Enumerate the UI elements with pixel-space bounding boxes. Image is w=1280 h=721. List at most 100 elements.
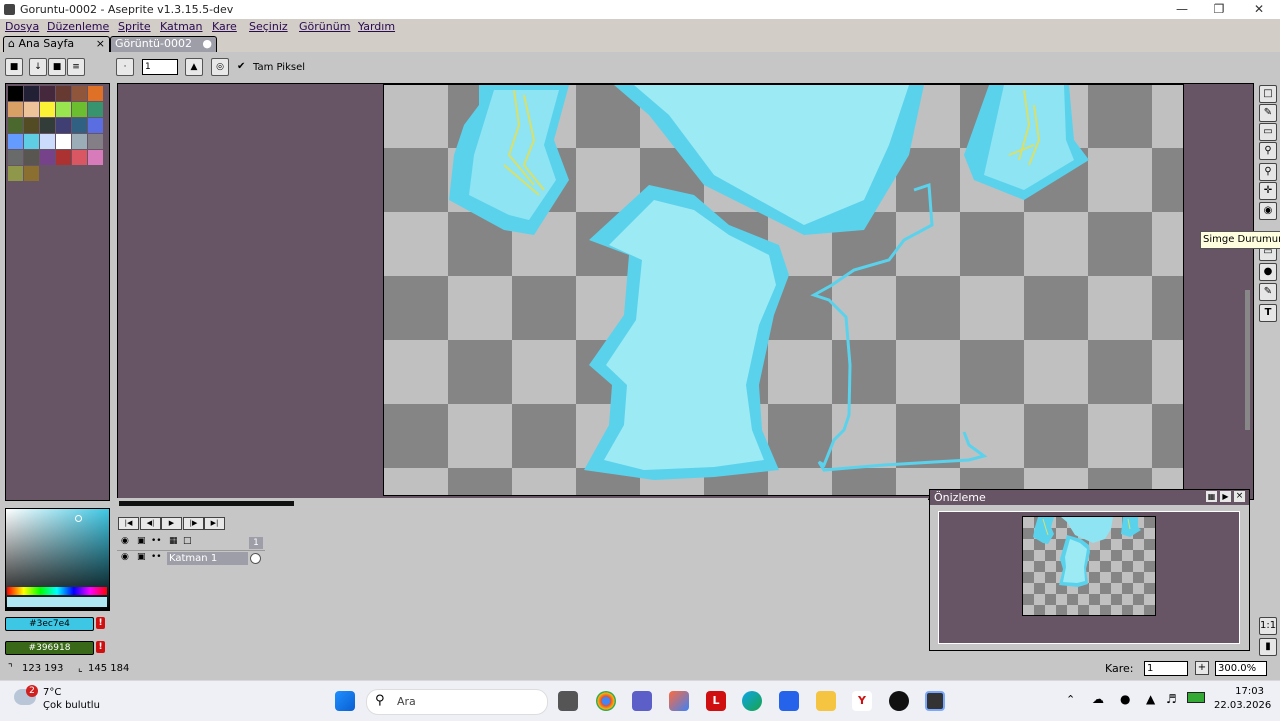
move-icon[interactable]: ✛ [1259, 182, 1277, 200]
palette-swatch[interactable] [8, 134, 23, 149]
warning-icon[interactable]: ! [96, 617, 105, 629]
clock-time[interactable]: 17:03 [1220, 686, 1264, 697]
layer-row[interactable]: ◉ ▣ •• Katman 1 [117, 552, 265, 566]
layer-name[interactable]: Katman 1 [167, 552, 248, 565]
folder-icon[interactable] [816, 691, 836, 711]
windows-start-icon[interactable] [335, 691, 355, 711]
palette-swatch[interactable] [88, 118, 103, 133]
text-icon[interactable]: T [1259, 304, 1277, 322]
palette-swatch[interactable] [24, 118, 39, 133]
horizontal-scrollbar[interactable] [117, 498, 928, 508]
palette-swatch[interactable] [56, 86, 71, 101]
warning-icon[interactable]: ! [96, 641, 105, 653]
close-tab-icon[interactable]: × [96, 37, 105, 51]
palette-swatch[interactable] [40, 102, 55, 117]
continuous-icon[interactable]: •• [151, 552, 162, 562]
palette-swatch[interactable] [72, 86, 87, 101]
first-frame-icon[interactable]: |◀ [118, 517, 139, 530]
contour-icon[interactable]: ● [1259, 263, 1277, 281]
palette-swatch[interactable] [72, 102, 87, 117]
palette-swatch[interactable] [40, 150, 55, 165]
close-icon[interactable]: × [1234, 491, 1245, 502]
aseprite-icon[interactable] [925, 691, 945, 711]
dynamics-icon[interactable]: ◎ [211, 58, 229, 76]
maximize-button[interactable]: ❐ [1199, 1, 1239, 18]
preview-viewport[interactable] [938, 511, 1240, 644]
cloud-sync-icon[interactable]: ☁ [1092, 692, 1104, 706]
palette-swatch[interactable] [72, 150, 87, 165]
palette-swatch[interactable] [8, 166, 23, 181]
unsaved-dot-icon[interactable]: ● [202, 37, 212, 51]
eye-icon[interactable]: ◉ [121, 536, 129, 546]
chevron-up-icon[interactable]: ⌃ [1066, 693, 1075, 706]
weather-temp[interactable]: 7°C [43, 687, 61, 698]
add-frame-icon[interactable]: + [1195, 661, 1209, 675]
marquee-icon[interactable]: □ [1259, 85, 1277, 103]
yandex-icon[interactable]: Y [852, 691, 872, 711]
close-window-button[interactable]: ✕ [1239, 1, 1279, 18]
sprite-canvas[interactable] [383, 84, 1184, 496]
scroll-thumb[interactable] [1245, 290, 1250, 430]
palette-swatch[interactable] [8, 86, 23, 101]
brush-shape-button[interactable]: · [116, 58, 134, 76]
copilot-icon[interactable] [669, 691, 689, 711]
menu-duzenleme[interactable]: Düzenleme [47, 20, 109, 33]
lock-icon[interactable]: ▣ [137, 552, 146, 562]
play-icon[interactable]: ▶ [161, 517, 182, 530]
palette-swatch[interactable] [8, 118, 23, 133]
palette-swatch[interactable] [88, 150, 103, 165]
palette-swatch[interactable] [24, 102, 39, 117]
palette-swatch[interactable] [40, 86, 55, 101]
eraser-icon[interactable]: ▭ [1259, 123, 1277, 141]
background-color-button[interactable]: #396918 [5, 641, 94, 655]
palette-swatch[interactable] [24, 86, 39, 101]
zoom-input[interactable]: 300.0% [1215, 661, 1267, 676]
minimize-button[interactable]: — [1162, 1, 1202, 18]
battery-icon[interactable] [1187, 692, 1205, 703]
palette-swatch[interactable] [56, 118, 71, 133]
blur-icon[interactable]: ✎ [1259, 283, 1277, 301]
brush-size-input[interactable]: 1 [142, 59, 178, 75]
edge-icon[interactable] [742, 691, 762, 711]
frame-input[interactable]: 1 [1144, 661, 1188, 676]
foreground-color-button[interactable]: #3ec7e4 [5, 617, 94, 631]
palette-swatch[interactable] [88, 102, 103, 117]
lock-icon[interactable]: ■ [5, 58, 23, 76]
eye-icon[interactable]: ◉ [121, 552, 129, 562]
alpha-slider[interactable] [7, 597, 107, 607]
hue-slider[interactable] [7, 587, 107, 595]
palette-swatch[interactable] [24, 134, 39, 149]
color-picker-field[interactable] [5, 508, 110, 611]
ink-icon[interactable]: ▲ [185, 58, 203, 76]
clock-date[interactable]: 22.03.2026 [1214, 700, 1271, 711]
palette-swatch[interactable] [56, 150, 71, 165]
scroll-thumb[interactable] [119, 501, 294, 506]
store-icon[interactable] [779, 691, 799, 711]
preview-play-icon[interactable]: ▶ [1220, 491, 1231, 502]
last-frame-icon[interactable]: ▶| [204, 517, 225, 530]
pixel-perfect-checkbox[interactable]: ✔ [237, 61, 245, 72]
cel-icon[interactable] [250, 553, 261, 564]
palette-swatch[interactable] [56, 102, 71, 117]
eyedropper-icon[interactable]: ⚲ [1259, 142, 1277, 160]
mic-icon[interactable]: ● [1120, 692, 1130, 706]
menu-yardim[interactable]: Yardım [358, 20, 395, 33]
teams-icon[interactable] [632, 691, 652, 711]
chrome-icon[interactable] [596, 691, 616, 711]
continuous-icon[interactable]: •• [151, 536, 162, 546]
vertical-scrollbar[interactable] [1245, 85, 1251, 497]
lock-icon[interactable]: ▣ [137, 536, 146, 546]
menu-seciniz[interactable]: Seçiniz [249, 20, 288, 33]
save-icon[interactable]: ■ [48, 58, 66, 76]
preview-mode-icon[interactable]: ▦ [1206, 491, 1217, 502]
menu-sprite[interactable]: Sprite [118, 20, 151, 33]
arrow-down-icon[interactable]: ↓ [29, 58, 47, 76]
menu-kare[interactable]: Kare [212, 20, 237, 33]
palette-swatch[interactable] [40, 134, 55, 149]
palette-swatch[interactable] [72, 118, 87, 133]
menu-gorunum[interactable]: Görünüm [299, 20, 350, 33]
palette-swatch[interactable] [72, 134, 87, 149]
tab-sprite[interactable]: Görüntü-0002 ● [110, 36, 217, 52]
palette-swatch[interactable] [88, 134, 103, 149]
palette-swatch[interactable] [8, 150, 23, 165]
